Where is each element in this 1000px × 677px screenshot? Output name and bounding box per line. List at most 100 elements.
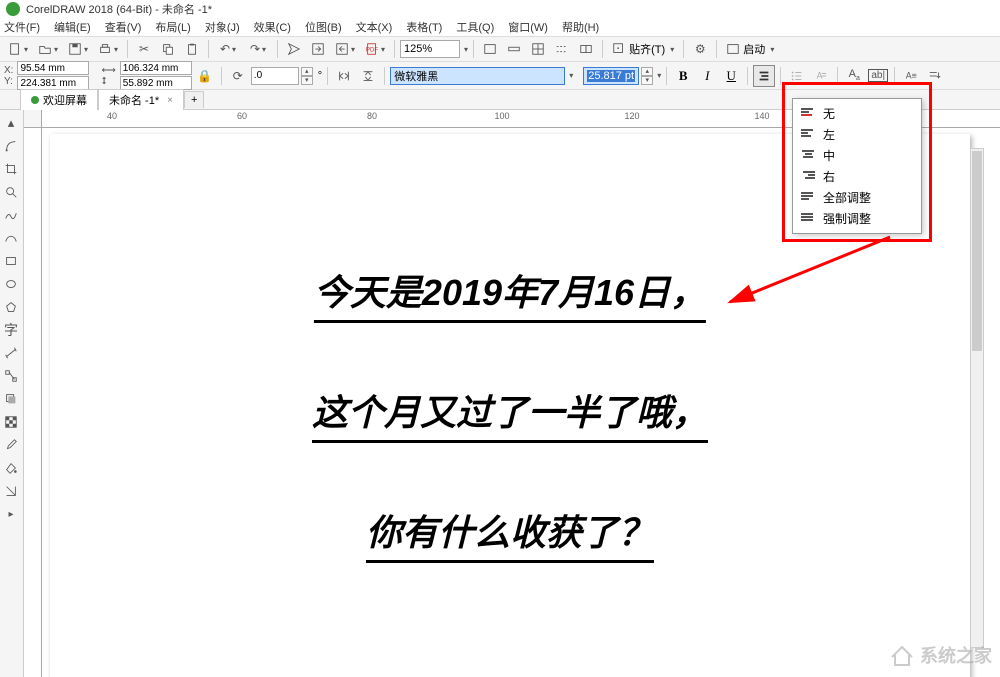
- eyedropper-tool[interactable]: [0, 434, 22, 456]
- menu-object[interactable]: 对象(J): [205, 19, 240, 35]
- publish-button[interactable]: PDF▾: [361, 38, 389, 60]
- menu-help[interactable]: 帮助(H): [562, 19, 599, 35]
- menu-window[interactable]: 窗口(W): [508, 19, 548, 35]
- font-family-input[interactable]: 微软雅黑: [390, 67, 565, 85]
- expand-toolbox[interactable]: ▸: [0, 503, 22, 525]
- ruler-tick: 120: [624, 111, 639, 121]
- menu-tools[interactable]: 工具(Q): [456, 19, 494, 35]
- fontsize-spinner[interactable]: ▴▾: [641, 67, 653, 85]
- ellipse-tool[interactable]: [0, 273, 22, 295]
- bullet-list-button[interactable]: [786, 65, 808, 87]
- separator: [394, 40, 395, 58]
- fullscreen-button[interactable]: [479, 38, 501, 60]
- rotation-spinner[interactable]: ▴▾: [301, 67, 313, 85]
- ruler-tick: 40: [107, 111, 117, 121]
- canvas-text-1[interactable]: 今天是2019年7月16日，: [314, 264, 706, 323]
- vertical-scrollbar[interactable]: [970, 148, 984, 648]
- tab-add[interactable]: +: [184, 91, 204, 108]
- dropcap-button[interactable]: A: [810, 65, 832, 87]
- smart-tool[interactable]: [0, 227, 22, 249]
- save-button[interactable]: ▾: [64, 38, 92, 60]
- text-align-button[interactable]: [753, 65, 775, 87]
- italic-button[interactable]: I: [696, 65, 718, 87]
- zoom-input[interactable]: 125%: [400, 40, 460, 58]
- degree-label: °: [318, 70, 322, 82]
- snapto-dropdown[interactable]: 贴齐(T) ▾: [608, 38, 678, 60]
- outline-tool[interactable]: [0, 480, 22, 502]
- menu-text[interactable]: 文本(X): [356, 19, 393, 35]
- chevron-down-icon[interactable]: ▾: [464, 45, 468, 54]
- snap-button[interactable]: [575, 38, 597, 60]
- grid-button[interactable]: [527, 38, 549, 60]
- underline-button[interactable]: U: [720, 65, 742, 87]
- rulers-button[interactable]: [503, 38, 525, 60]
- separator: [327, 67, 328, 85]
- bold-button[interactable]: B: [672, 65, 694, 87]
- mirror-v-button[interactable]: [357, 65, 379, 87]
- menu-view[interactable]: 查看(V): [105, 19, 142, 35]
- lock-ratio-button[interactable]: 🔒: [194, 65, 216, 87]
- import-button[interactable]: [307, 38, 329, 60]
- transparency-tool[interactable]: [0, 411, 22, 433]
- menu-table[interactable]: 表格(T): [406, 19, 442, 35]
- close-icon[interactable]: ×: [167, 95, 173, 106]
- align-center-item[interactable]: 中: [793, 145, 921, 166]
- align-justify-item[interactable]: 全部调整: [793, 187, 921, 208]
- open-button[interactable]: ▾: [34, 38, 62, 60]
- fill-tool[interactable]: [0, 457, 22, 479]
- text-tool[interactable]: 字: [0, 319, 22, 341]
- canvas-text-2[interactable]: 这个月又过了一半了哦，: [312, 384, 708, 443]
- shape-tool[interactable]: [0, 135, 22, 157]
- align-force-justify-item[interactable]: 强制调整: [793, 208, 921, 229]
- zoom-tool[interactable]: [0, 181, 22, 203]
- menu-layout[interactable]: 布局(L): [155, 19, 190, 35]
- x-coord-input[interactable]: [17, 61, 89, 75]
- char-format-button[interactable]: Aa: [843, 65, 865, 87]
- tab-welcome[interactable]: 欢迎屏幕: [20, 89, 98, 110]
- parallel-dim-tool[interactable]: [0, 342, 22, 364]
- search-button[interactable]: [283, 38, 305, 60]
- edit-text-button[interactable]: ab|: [867, 65, 889, 87]
- undo-button[interactable]: ↶▾: [214, 38, 242, 60]
- chevron-down-icon[interactable]: ▾: [569, 71, 573, 80]
- mirror-h-button[interactable]: [333, 65, 355, 87]
- connector-tool[interactable]: [0, 365, 22, 387]
- guides-button[interactable]: [551, 38, 573, 60]
- tab-document[interactable]: 未命名 -1*×: [98, 89, 184, 110]
- align-right-item[interactable]: 右: [793, 166, 921, 187]
- font-size-input[interactable]: 25.817 pt: [583, 67, 639, 85]
- dropshadow-tool[interactable]: [0, 388, 22, 410]
- options-button[interactable]: ⚙: [689, 38, 711, 60]
- rotation-input[interactable]: [251, 67, 299, 85]
- cut-button[interactable]: ✂: [133, 38, 155, 60]
- height-input[interactable]: [120, 76, 192, 90]
- print-button[interactable]: ▾: [94, 38, 122, 60]
- y-coord-input[interactable]: [17, 76, 89, 90]
- chevron-down-icon[interactable]: ▾: [657, 71, 661, 80]
- rectangle-tool[interactable]: [0, 250, 22, 272]
- ruler-vertical[interactable]: [24, 128, 42, 677]
- menu-bitmap[interactable]: 位图(B): [305, 19, 342, 35]
- crop-tool[interactable]: [0, 158, 22, 180]
- separator: [602, 40, 603, 58]
- redo-button[interactable]: ↷▾: [244, 38, 272, 60]
- text-frame-button[interactable]: A≡: [900, 65, 922, 87]
- polygon-tool[interactable]: [0, 296, 22, 318]
- new-button[interactable]: ▾: [4, 38, 32, 60]
- paste-button[interactable]: [181, 38, 203, 60]
- copy-button[interactable]: [157, 38, 179, 60]
- scrollbar-thumb[interactable]: [972, 151, 982, 351]
- text-direction-button[interactable]: [924, 65, 946, 87]
- ruler-corner[interactable]: [24, 110, 42, 128]
- pick-tool[interactable]: ▴: [0, 112, 22, 134]
- width-input[interactable]: [120, 61, 192, 75]
- export-button[interactable]: ▾: [331, 38, 359, 60]
- align-left-item[interactable]: 左: [793, 124, 921, 145]
- freehand-tool[interactable]: [0, 204, 22, 226]
- launch-dropdown[interactable]: 启动 ▾: [722, 38, 778, 60]
- menu-file[interactable]: 文件(F): [4, 19, 40, 35]
- menu-effects[interactable]: 效果(C): [254, 19, 291, 35]
- canvas-text-3[interactable]: 你有什么收获了？: [366, 504, 654, 563]
- align-none-item[interactable]: 无: [793, 103, 921, 124]
- menu-edit[interactable]: 编辑(E): [54, 19, 91, 35]
